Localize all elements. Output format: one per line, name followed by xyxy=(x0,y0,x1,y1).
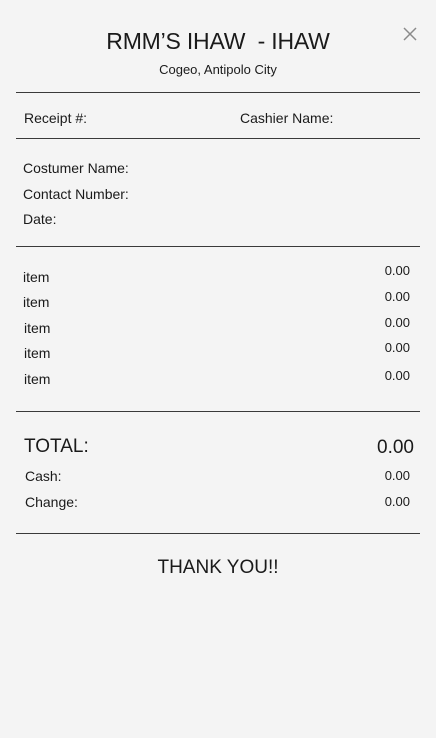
change-value: 0.00 xyxy=(384,494,410,509)
item-label: item xyxy=(23,269,50,285)
divider xyxy=(16,92,420,93)
item-price: 0.00 xyxy=(384,315,410,330)
receipt-number-label: Receipt #: xyxy=(24,110,88,126)
customer-name-label: Costumer Name: xyxy=(23,160,129,176)
contact-number-label: Contact Number: xyxy=(23,186,129,202)
cash-label: Cash: xyxy=(25,468,62,484)
total-value: 0.00 xyxy=(377,437,414,458)
change-label: Change: xyxy=(25,494,78,510)
thank-you-message: THANK YOU!! xyxy=(157,557,279,578)
item-label: item xyxy=(23,294,50,310)
store-address: Cogeo, Antipolo City xyxy=(159,62,277,77)
item-label: item xyxy=(24,345,51,361)
cash-value: 0.00 xyxy=(384,468,410,483)
total-label: TOTAL: xyxy=(24,436,89,457)
divider xyxy=(16,411,420,412)
divider xyxy=(16,533,420,534)
item-price: 0.00 xyxy=(384,263,410,278)
item-label: item xyxy=(24,320,51,336)
item-price: 0.00 xyxy=(384,289,410,304)
item-price: 0.00 xyxy=(384,340,410,355)
divider xyxy=(16,246,420,247)
store-title: RMM’S IHAW - IHAW xyxy=(106,28,330,54)
item-label: item xyxy=(24,371,51,387)
date-label: Date: xyxy=(23,211,57,227)
item-price: 0.00 xyxy=(384,368,410,383)
divider xyxy=(16,138,420,139)
cashier-name-label: Cashier Name: xyxy=(240,110,334,126)
